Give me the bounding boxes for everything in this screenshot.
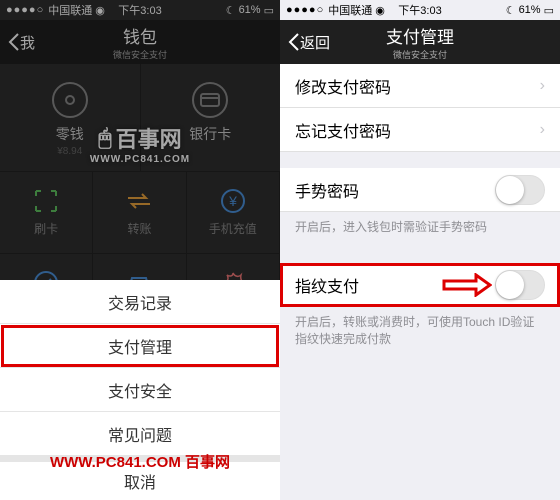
hint-text: 开启后，转账或消费时，可使用Touch ID验证指纹快速完成付款	[280, 307, 560, 359]
sheet-item-3[interactable]: 常见问题	[0, 412, 280, 456]
left-screenshot: ●●●●○ 中国联通 ◉ 下午3:03 ☾ 61% ▭ 我 钱包 微信安全支付 …	[0, 0, 280, 500]
battery-percent: 61%	[519, 4, 541, 16]
chevron-right-icon: ›	[540, 77, 545, 95]
row-label: 指纹支付	[295, 273, 359, 297]
wifi-icon: ◉	[375, 4, 385, 17]
chevron-right-icon: ›	[540, 121, 545, 139]
toggle-switch[interactable]	[495, 270, 545, 300]
sheet-item-0[interactable]: 交易记录	[0, 280, 280, 324]
sheet-item-1[interactable]: 支付管理	[0, 324, 280, 368]
status-time: 下午3:03	[398, 2, 441, 18]
row-label: 手势密码	[295, 178, 359, 202]
signal-dots-icon: ●●●●○	[286, 4, 324, 16]
row-label: 忘记支付密码	[295, 118, 391, 142]
highlight-arrow-icon	[442, 273, 492, 297]
section-gap	[280, 152, 560, 168]
row-3[interactable]: 手势密码	[280, 168, 560, 212]
back-label: 返回	[300, 32, 330, 53]
back-button[interactable]: 返回	[288, 32, 330, 53]
footer-watermark: WWW.PC841.COM 百事网	[0, 451, 280, 472]
row-0[interactable]: 修改支付密码 ›	[280, 64, 560, 108]
toggle-switch[interactable]	[495, 175, 545, 205]
hint-text: 开启后，进入钱包时需验证手势密码	[280, 212, 560, 247]
row-label: 修改支付密码	[295, 74, 391, 98]
row-6[interactable]: 指纹支付	[280, 263, 560, 307]
status-bar: ●●●●○ 中国联通 ◉ 下午3:03 ☾ 61% ▭	[280, 0, 560, 20]
moon-icon: ☾	[506, 4, 516, 17]
section-gap	[280, 247, 560, 263]
nav-bar: 返回 支付管理 微信安全支付	[280, 20, 560, 64]
sheet-item-2[interactable]: 支付安全	[0, 368, 280, 412]
row-1[interactable]: 忘记支付密码 ›	[280, 108, 560, 152]
page-title: 支付管理	[386, 23, 454, 48]
settings-list: 修改支付密码 › 忘记支付密码 › 手势密码开启后，进入钱包时需验证手势密码指纹支付开启…	[280, 64, 560, 359]
carrier-label: 中国联通	[328, 2, 372, 18]
right-screenshot: ●●●●○ 中国联通 ◉ 下午3:03 ☾ 61% ▭ 返回 支付管理 微信安全…	[280, 0, 560, 500]
battery-icon: ▭	[544, 4, 554, 17]
page-subtitle: 微信安全支付	[386, 48, 454, 61]
